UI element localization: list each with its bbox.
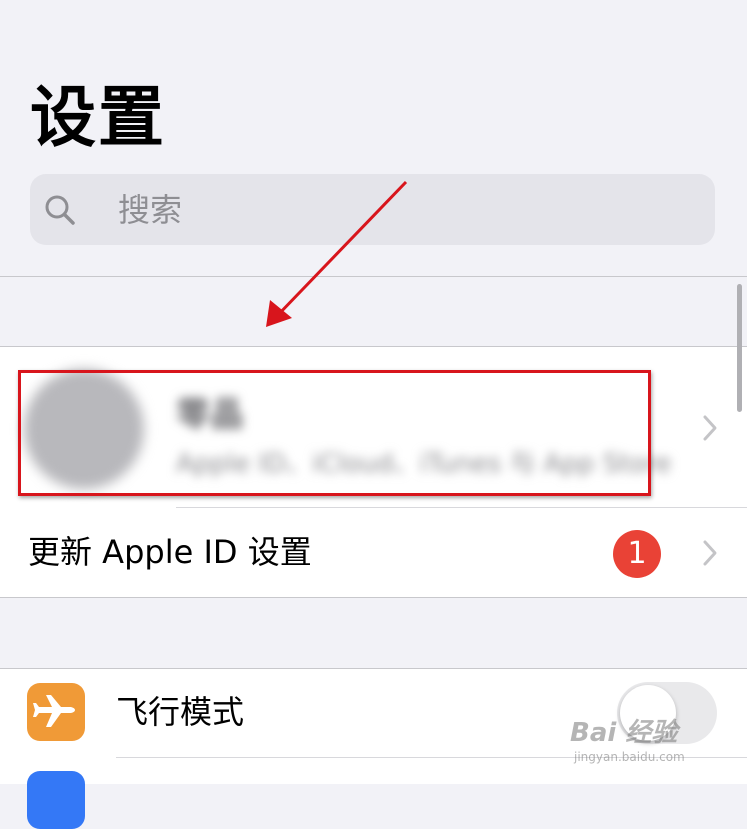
search-placeholder: 搜索	[118, 191, 183, 229]
chevron-right-icon	[703, 540, 717, 566]
update-apple-id-row[interactable]: 更新 Apple ID 设置 1	[0, 508, 747, 597]
notification-badge: 1	[613, 530, 661, 578]
airplane-mode-icon	[27, 683, 85, 741]
account-group: 零晶 Apple ID、iCloud、iTunes 与 App Store 更新…	[0, 347, 747, 597]
section-separator	[0, 276, 747, 277]
chevron-right-icon	[703, 415, 717, 441]
watermark-sub: jingyan.baidu.com	[574, 750, 685, 764]
airplane-icon	[33, 695, 75, 727]
page-title: 设置	[30, 79, 166, 156]
scrollbar[interactable]	[737, 284, 742, 412]
search-bar[interactable]: 搜索	[30, 174, 715, 245]
wifi-icon[interactable]	[27, 771, 85, 829]
search-icon	[45, 195, 75, 225]
section-separator	[0, 597, 747, 598]
watermark: Bai 经验	[570, 718, 678, 748]
annotation-highlight-box	[18, 370, 651, 496]
apple-id-profile-row[interactable]: 零晶 Apple ID、iCloud、iTunes 与 App Store	[0, 347, 747, 507]
update-apple-id-label: 更新 Apple ID 设置	[28, 533, 312, 571]
airplane-mode-label: 飞行模式	[116, 693, 245, 731]
